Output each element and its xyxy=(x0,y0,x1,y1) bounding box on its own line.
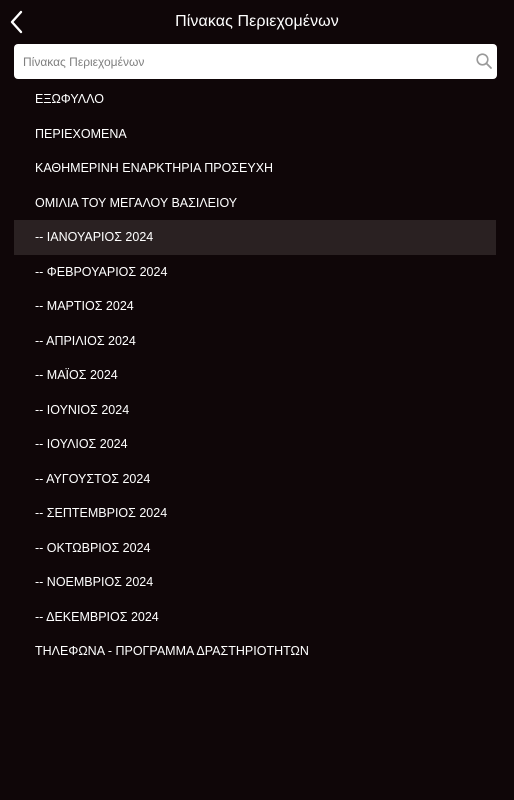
toc-item[interactable]: -- ΑΠΡΙΛΙΟΣ 2024 xyxy=(14,324,496,359)
toc-item[interactable]: -- ΔΕΚΕΜΒΡΙΟΣ 2024 xyxy=(14,600,496,635)
search-bar xyxy=(14,44,497,79)
toc-item[interactable]: -- ΦΕΒΡΟΥΑΡΙΟΣ 2024 xyxy=(14,255,496,290)
page-title: Πίνακας Περιεχομένων xyxy=(175,13,339,30)
toc-item[interactable]: -- ΙΑΝΟΥΑΡΙΟΣ 2024 xyxy=(14,220,496,255)
search-icon[interactable] xyxy=(475,52,493,70)
toc-item[interactable]: ΕΞΩΦΥΛΛΟ xyxy=(14,82,496,117)
toc-item[interactable]: -- ΜΑΡΤΙΟΣ 2024 xyxy=(14,289,496,324)
toc-item[interactable]: -- ΟΚΤΩΒΡΙΟΣ 2024 xyxy=(14,531,496,566)
toc-item[interactable]: ΠΕΡΙΕΧΟΜΕΝΑ xyxy=(14,117,496,152)
search-input[interactable] xyxy=(14,44,464,79)
toc-item[interactable]: -- ΑΥΓΟΥΣΤΟΣ 2024 xyxy=(14,462,496,497)
toc-item[interactable]: ΟΜΙΛΙΑ ΤΟΥ ΜΕΓΑΛΟΥ ΒΑΣΙΛΕΙΟΥ xyxy=(14,186,496,221)
toc-item[interactable]: -- ΝΟΕΜΒΡΙΟΣ 2024 xyxy=(14,565,496,600)
toc-item[interactable]: -- ΙΟΥΛΙΟΣ 2024 xyxy=(14,427,496,462)
toc-item[interactable]: -- ΙΟΥΝΙΟΣ 2024 xyxy=(14,393,496,428)
table-of-contents-list: ΕΞΩΦΥΛΛΟ ΠΕΡΙΕΧΟΜΕΝΑ ΚΑΘΗΜΕΡΙΝΗ ΕΝΑΡΚΤΗΡΙΑ… xyxy=(14,82,496,669)
toc-item[interactable]: ΤΗΛΕΦΩΝΑ - ΠΡΟΓΡΑΜΜΑ ΔΡΑΣΤΗΡΙΟΤΗΤΩΝ xyxy=(14,634,496,669)
toc-item[interactable]: ΚΑΘΗΜΕΡΙΝΗ ΕΝΑΡΚΤΗΡΙΑ ΠΡΟΣΕΥΧΗ xyxy=(14,151,496,186)
top-bar: Πίνακας Περιεχομένων xyxy=(0,0,514,44)
toc-item[interactable]: -- ΜΑΪΟΣ 2024 xyxy=(14,358,496,393)
toc-item[interactable]: -- ΣΕΠΤΕΜΒΡΙΟΣ 2024 xyxy=(14,496,496,531)
